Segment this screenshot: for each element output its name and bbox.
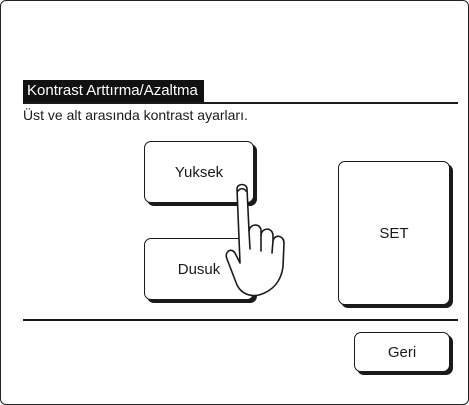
page-title: Kontrast Arttırma/Azaltma <box>23 80 204 102</box>
title-divider <box>23 102 458 104</box>
contrast-low-button[interactable]: Dusuk <box>144 238 254 300</box>
footer-divider <box>23 319 458 321</box>
contrast-high-button[interactable]: Yuksek <box>144 141 254 203</box>
page-description: Üst ve alt arasında kontrast ayarları. <box>23 107 248 123</box>
controller-screen: Kontrast Arttırma/Azaltma Üst ve alt ara… <box>0 0 469 405</box>
set-button[interactable]: SET <box>338 161 450 305</box>
back-button[interactable]: Geri <box>354 332 450 372</box>
